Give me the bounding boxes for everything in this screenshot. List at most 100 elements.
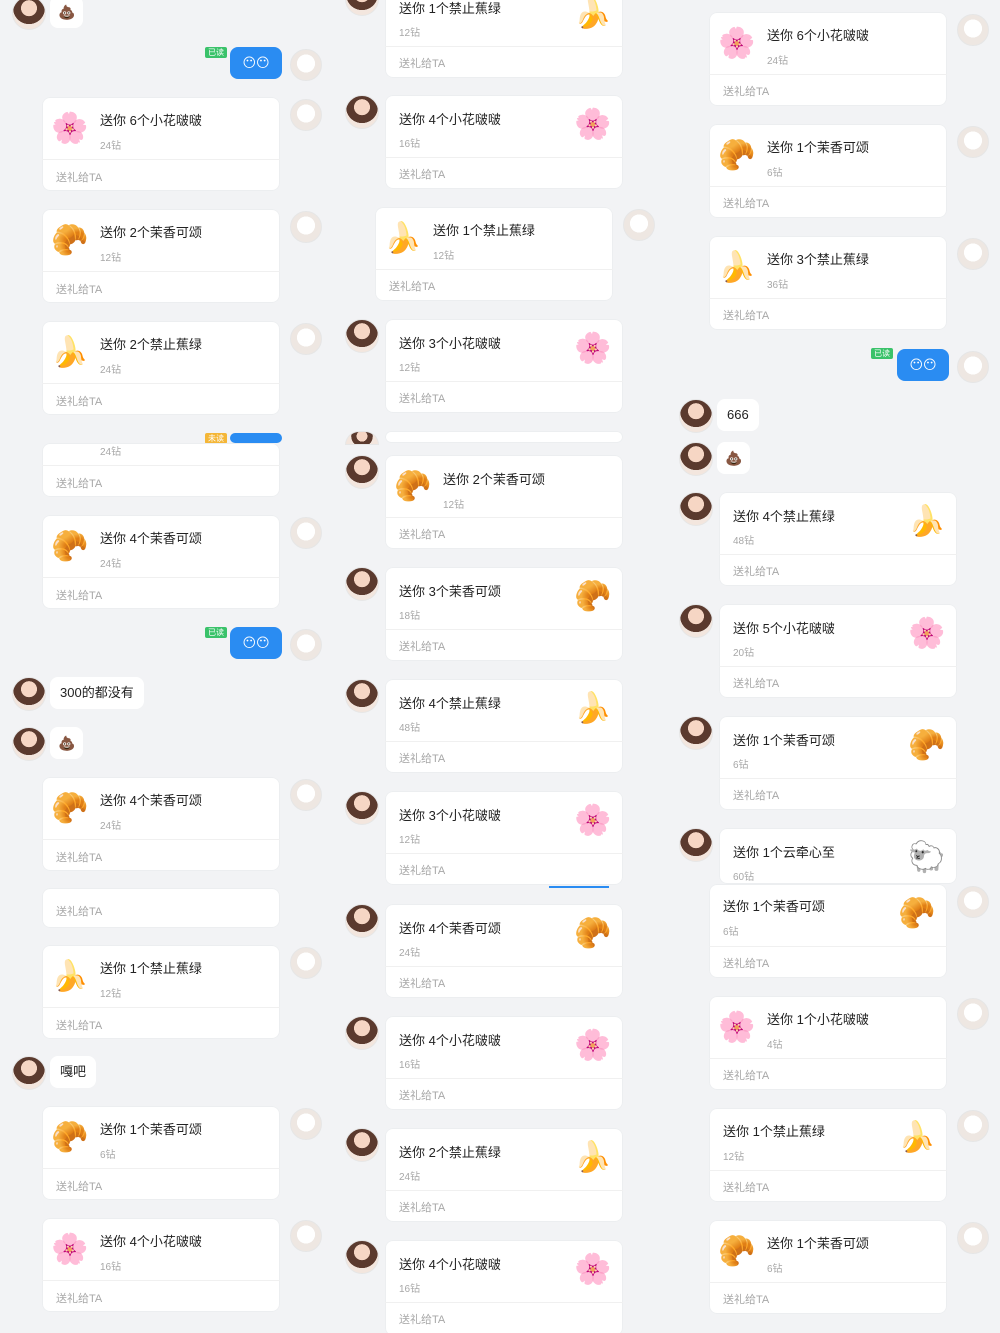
gift-card[interactable]: 送你 2个茉香可颂 12钻 送礼给TA	[42, 209, 280, 303]
gift-card[interactable]: 送你 1个小花啵啵 4钻 送礼给TA	[709, 996, 947, 1090]
avatar[interactable]	[345, 95, 379, 129]
gift-card[interactable]: 送你 1个禁止蕉绿 12钻 送礼给TA	[42, 945, 280, 1039]
avatar[interactable]	[679, 492, 713, 526]
gift-card-partial[interactable]	[385, 431, 623, 443]
gift-card[interactable]: 送你 3个茉香可颂 18钻 送礼给TA	[385, 567, 623, 661]
gift-card-partial[interactable]: 24钻 送礼给TA	[42, 443, 280, 497]
text-message[interactable]: 300的都没有	[50, 677, 144, 709]
self-avatar[interactable]	[290, 99, 322, 131]
gift-card-partial[interactable]: 送你 1个云牵心至 60钻	[719, 828, 957, 884]
send-gift-link[interactable]: 送礼给TA	[56, 475, 102, 491]
sent-emoji-message[interactable]: 😶😶	[897, 349, 949, 381]
avatar[interactable]	[345, 791, 379, 825]
send-gift-link[interactable]: 送礼给TA	[56, 587, 102, 603]
sent-emoji-message[interactable]: 😶😶	[230, 627, 282, 659]
gift-card[interactable]: 送你 6个小花啵啵 24钻 送礼给TA	[709, 12, 947, 106]
self-avatar[interactable]	[957, 126, 989, 158]
send-gift-link[interactable]: 送礼给TA	[399, 750, 445, 766]
avatar[interactable]	[345, 455, 379, 489]
avatar[interactable]	[679, 399, 713, 433]
self-avatar[interactable]	[290, 323, 322, 355]
avatar[interactable]	[679, 442, 713, 476]
gift-card[interactable]: 送你 4个小花啵啵 16钻 送礼给TA	[42, 1218, 280, 1312]
send-gift-link[interactable]: 送礼给TA	[723, 1067, 769, 1083]
avatar[interactable]	[679, 716, 713, 750]
send-gift-link[interactable]: 送礼给TA	[723, 195, 769, 211]
self-avatar[interactable]	[623, 209, 655, 241]
gift-card[interactable]: 送你 4个小花啵啵 16钻 送礼给TA	[385, 95, 623, 189]
gift-card-partial[interactable]: 送礼给TA	[42, 888, 280, 928]
avatar[interactable]	[679, 828, 713, 862]
send-gift-link[interactable]: 送礼给TA	[399, 638, 445, 654]
send-gift-link[interactable]: 送礼给TA	[723, 955, 769, 971]
gift-card[interactable]: 送你 1个茉香可颂 6钻 送礼给TA	[709, 884, 947, 978]
gift-card[interactable]: 送你 4个茉香可颂 24钻 送礼给TA	[42, 515, 280, 609]
self-avatar[interactable]	[957, 886, 989, 918]
self-avatar[interactable]	[957, 14, 989, 46]
avatar[interactable]	[345, 679, 379, 713]
send-gift-link[interactable]: 送礼给TA	[56, 1178, 102, 1194]
send-gift-link[interactable]: 送礼给TA	[399, 526, 445, 542]
send-gift-link[interactable]: 送礼给TA	[399, 55, 445, 71]
gift-card[interactable]: 送你 4个小花啵啵 16钻 送礼给TA	[385, 1016, 623, 1110]
avatar[interactable]	[345, 904, 379, 938]
avatar[interactable]	[345, 0, 379, 16]
send-gift-link[interactable]: 送礼给TA	[56, 1017, 102, 1033]
send-gift-link[interactable]: 送礼给TA	[56, 281, 102, 297]
send-gift-link[interactable]: 送礼给TA	[723, 307, 769, 323]
text-message[interactable]: 666	[717, 399, 759, 431]
send-gift-link[interactable]: 送礼给TA	[399, 1199, 445, 1215]
self-avatar[interactable]	[957, 998, 989, 1030]
send-gift-link[interactable]: 送礼给TA	[733, 787, 779, 803]
gift-card[interactable]: 送你 3个小花啵啵 12钻 送礼给TA	[385, 791, 623, 885]
avatar[interactable]	[345, 567, 379, 601]
send-gift-link[interactable]: 送礼给TA	[56, 849, 102, 865]
poop-emoji-message[interactable]	[717, 442, 751, 474]
gift-card[interactable]: 送你 1个禁止蕉绿 12钻 送礼给TA	[375, 207, 613, 301]
send-gift-link[interactable]: 送礼给TA	[723, 1179, 769, 1195]
avatar-partial[interactable]	[345, 431, 379, 445]
gift-card[interactable]: 送你 1个禁止蕉绿 12钻 送礼给TA	[709, 1108, 947, 1202]
gift-card[interactable]: 送你 2个禁止蕉绿 24钻 送礼给TA	[42, 321, 280, 415]
self-avatar[interactable]	[290, 779, 322, 811]
gift-card[interactable]: 送你 2个禁止蕉绿 24钻 送礼给TA	[385, 1128, 623, 1222]
self-avatar[interactable]	[290, 1220, 322, 1252]
send-gift-link[interactable]: 送礼给TA	[399, 975, 445, 991]
send-gift-link[interactable]: 送礼给TA	[389, 278, 435, 294]
avatar[interactable]	[345, 319, 379, 353]
send-gift-link[interactable]: 送礼给TA	[723, 83, 769, 99]
self-avatar[interactable]	[957, 351, 989, 383]
gift-card[interactable]: 送你 1个禁止蕉绿 12钻 送礼给TA	[385, 0, 623, 78]
gift-card[interactable]: 送你 1个茉香可颂 6钻 送礼给TA	[709, 124, 947, 218]
chat-column-3[interactable]: 送你 6个小花啵啵 24钻 送礼给TA 送你 1个茉香可颂 6钻 送礼给TA 送…	[667, 0, 1000, 1333]
sent-emoji-message[interactable]: 😶😶	[230, 47, 282, 79]
gift-card[interactable]: 送你 3个禁止蕉绿 36钻 送礼给TA	[709, 236, 947, 330]
self-avatar[interactable]	[957, 238, 989, 270]
self-avatar[interactable]	[290, 1108, 322, 1140]
avatar[interactable]	[12, 727, 46, 761]
gift-card[interactable]: 送你 4个茉香可颂 24钻 送礼给TA	[385, 904, 623, 998]
text-message[interactable]: 嘎吧	[50, 1056, 97, 1088]
self-avatar[interactable]	[290, 211, 322, 243]
send-gift-link[interactable]: 送礼给TA	[56, 1290, 102, 1306]
avatar[interactable]	[345, 1128, 379, 1162]
poop-emoji-message[interactable]	[50, 727, 84, 759]
send-gift-link[interactable]: 送礼给TA	[399, 1311, 445, 1327]
send-gift-link[interactable]: 送礼给TA	[56, 393, 102, 409]
gift-card[interactable]: 送你 4个禁止蕉绿 48钻 送礼给TA	[385, 679, 623, 773]
gift-card[interactable]: 送你 5个小花啵啵 20钻 送礼给TA	[719, 604, 957, 698]
self-avatar[interactable]	[290, 629, 322, 661]
gift-card[interactable]: 送你 1个茉香可颂 6钻 送礼给TA	[719, 716, 957, 810]
send-gift-link[interactable]: 送礼给TA	[399, 1087, 445, 1103]
self-avatar[interactable]	[290, 49, 322, 81]
gift-card[interactable]: 送你 1个茉香可颂 6钻 送礼给TA	[709, 1220, 947, 1314]
gift-card[interactable]: 送你 4个禁止蕉绿 48钻 送礼给TA	[719, 492, 957, 586]
send-gift-link[interactable]: 送礼给TA	[733, 563, 779, 579]
poop-emoji-message[interactable]	[50, 0, 84, 28]
gift-card[interactable]: 送你 1个茉香可颂 6钻 送礼给TA	[42, 1106, 280, 1200]
self-avatar[interactable]	[290, 947, 322, 979]
gift-card[interactable]: 送你 4个茉香可颂 24钻 送礼给TA	[42, 777, 280, 871]
chat-column-1[interactable]: 已读 😶😶 送你 6个小花啵啵 24钻 送礼给TA 送你 2个茉香可颂 12钻 …	[0, 0, 333, 1333]
send-gift-link[interactable]: 送礼给TA	[399, 390, 445, 406]
send-gift-link[interactable]: 送礼给TA	[399, 862, 445, 878]
